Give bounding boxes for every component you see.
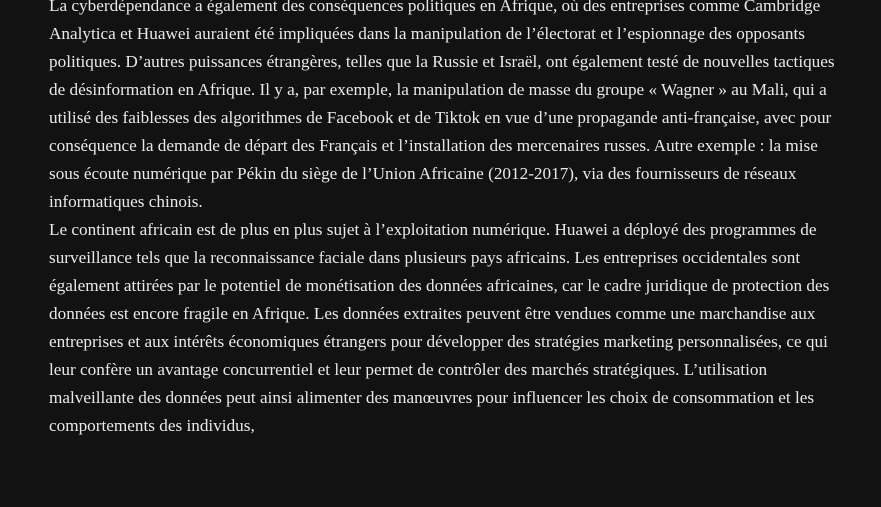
paragraph-exploitation-numerique: Le continent africain est de plus en plu… xyxy=(49,220,830,435)
paragraph-cyberdependance: La cyberdépendance a également des consé… xyxy=(49,0,835,211)
article-body: La cyberdépendance a également des consé… xyxy=(49,0,849,440)
